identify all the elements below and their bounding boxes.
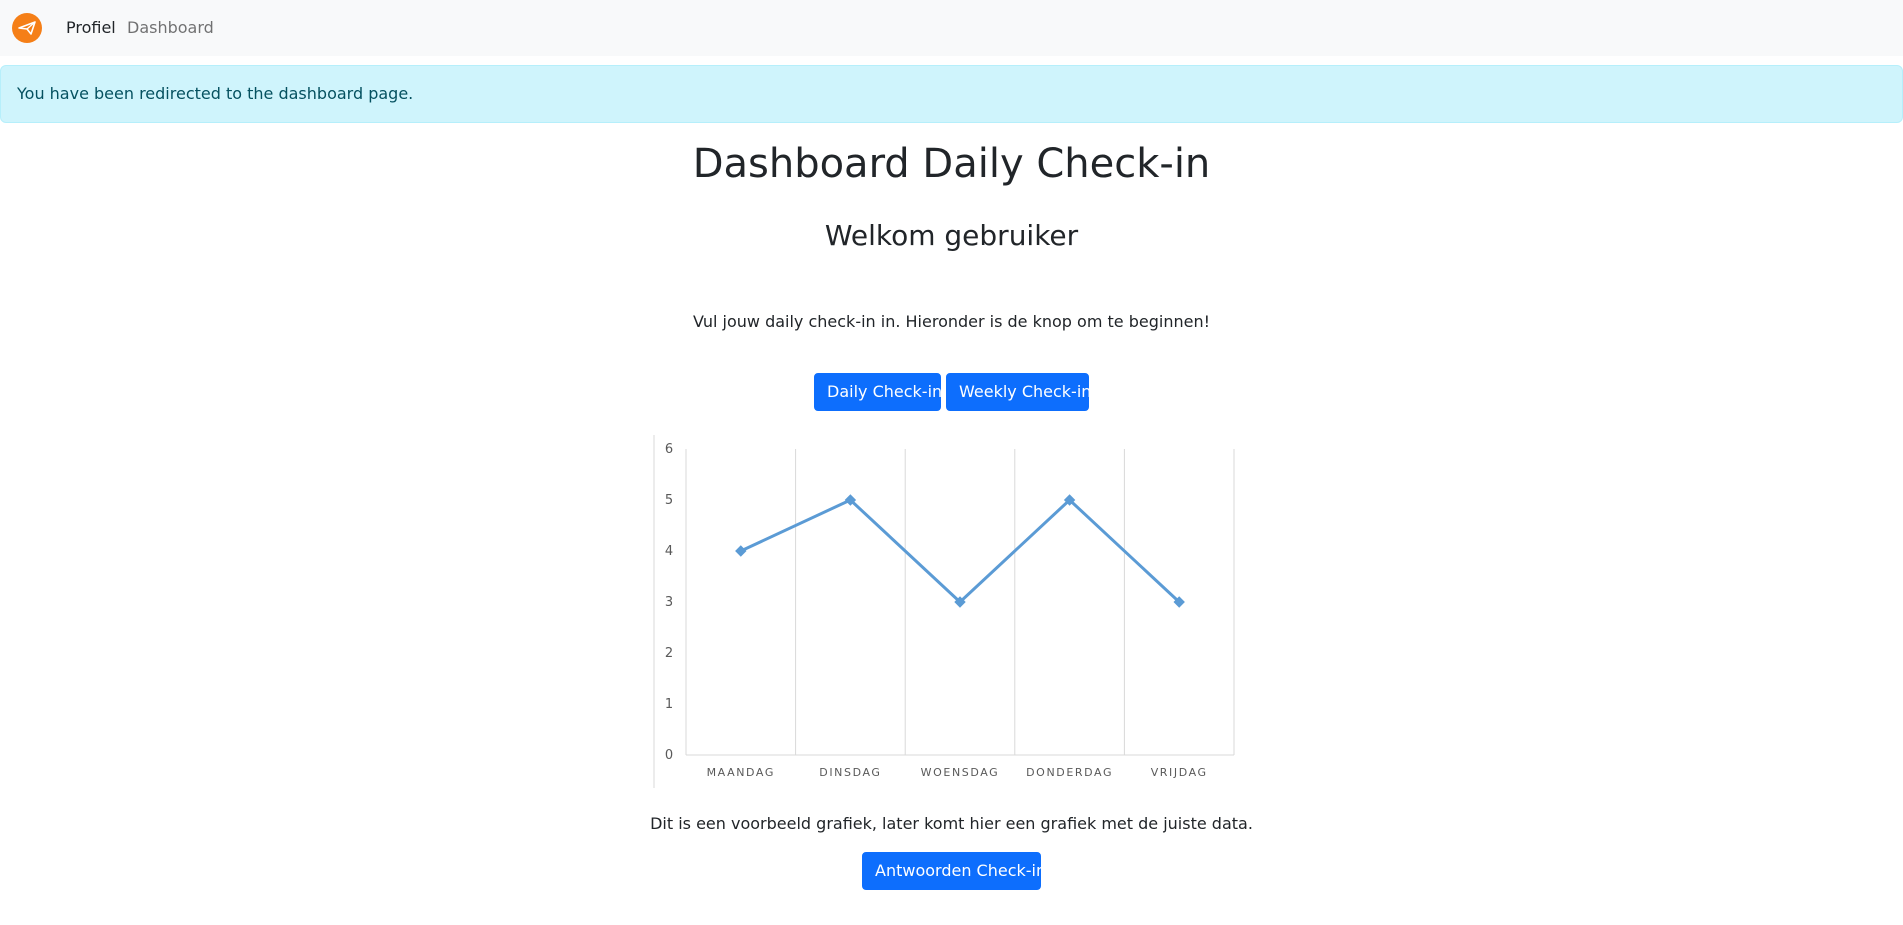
weekly-checkin-button[interactable]: Weekly Check-in bbox=[946, 373, 1091, 411]
y-tick-label: 0 bbox=[665, 748, 673, 763]
page-title: Dashboard Daily Check-in bbox=[692, 141, 1211, 187]
navbar: Profiel Dashboard bbox=[0, 0, 1903, 56]
x-tick-label: DONDERDAG bbox=[1026, 766, 1113, 779]
y-tick-label: 1 bbox=[665, 697, 673, 712]
chart-caption: Dit is een voorbeeld grafiek, later komt… bbox=[650, 814, 1253, 833]
y-tick-label: 6 bbox=[665, 442, 673, 457]
welcome-heading: Welkom gebruiker bbox=[824, 219, 1079, 252]
answers-checkin-button[interactable]: Antwoorden Check-in bbox=[862, 852, 1046, 890]
x-tick-label: VRIJDAG bbox=[1151, 766, 1208, 779]
y-tick-label: 4 bbox=[665, 544, 673, 559]
intro-text: Vul jouw daily check-in in. Hieronder is… bbox=[692, 312, 1210, 331]
x-tick-label: MAANDAG bbox=[707, 766, 775, 779]
y-tick-label: 3 bbox=[665, 595, 673, 610]
y-tick-label: 2 bbox=[665, 646, 673, 661]
line-chart: 0 1 2 3 4 5 6 MAANDAG DINSDAG WOENSDAG DONDERDAG VR… bbox=[653, 435, 1235, 788]
x-tick-label: WOENSDAG bbox=[921, 766, 1000, 779]
nav-link-profiel[interactable]: Profiel bbox=[66, 18, 116, 38]
redirect-alert: You have been redirected to the dashboar… bbox=[0, 65, 1903, 123]
series-line bbox=[739, 498, 1181, 604]
x-tick-label: DINSDAG bbox=[819, 766, 881, 779]
nav-link-dashboard[interactable]: Dashboard bbox=[127, 18, 214, 38]
data-point bbox=[735, 545, 747, 557]
paper-plane-icon[interactable] bbox=[12, 13, 42, 43]
daily-checkin-button[interactable]: Daily Check-in bbox=[814, 373, 942, 411]
y-tick-label: 5 bbox=[665, 493, 673, 508]
checkin-chart: 0 1 2 3 4 5 6 MAANDAG DINSDAG WOENSDAG DONDERDAG VR… bbox=[653, 435, 1235, 788]
